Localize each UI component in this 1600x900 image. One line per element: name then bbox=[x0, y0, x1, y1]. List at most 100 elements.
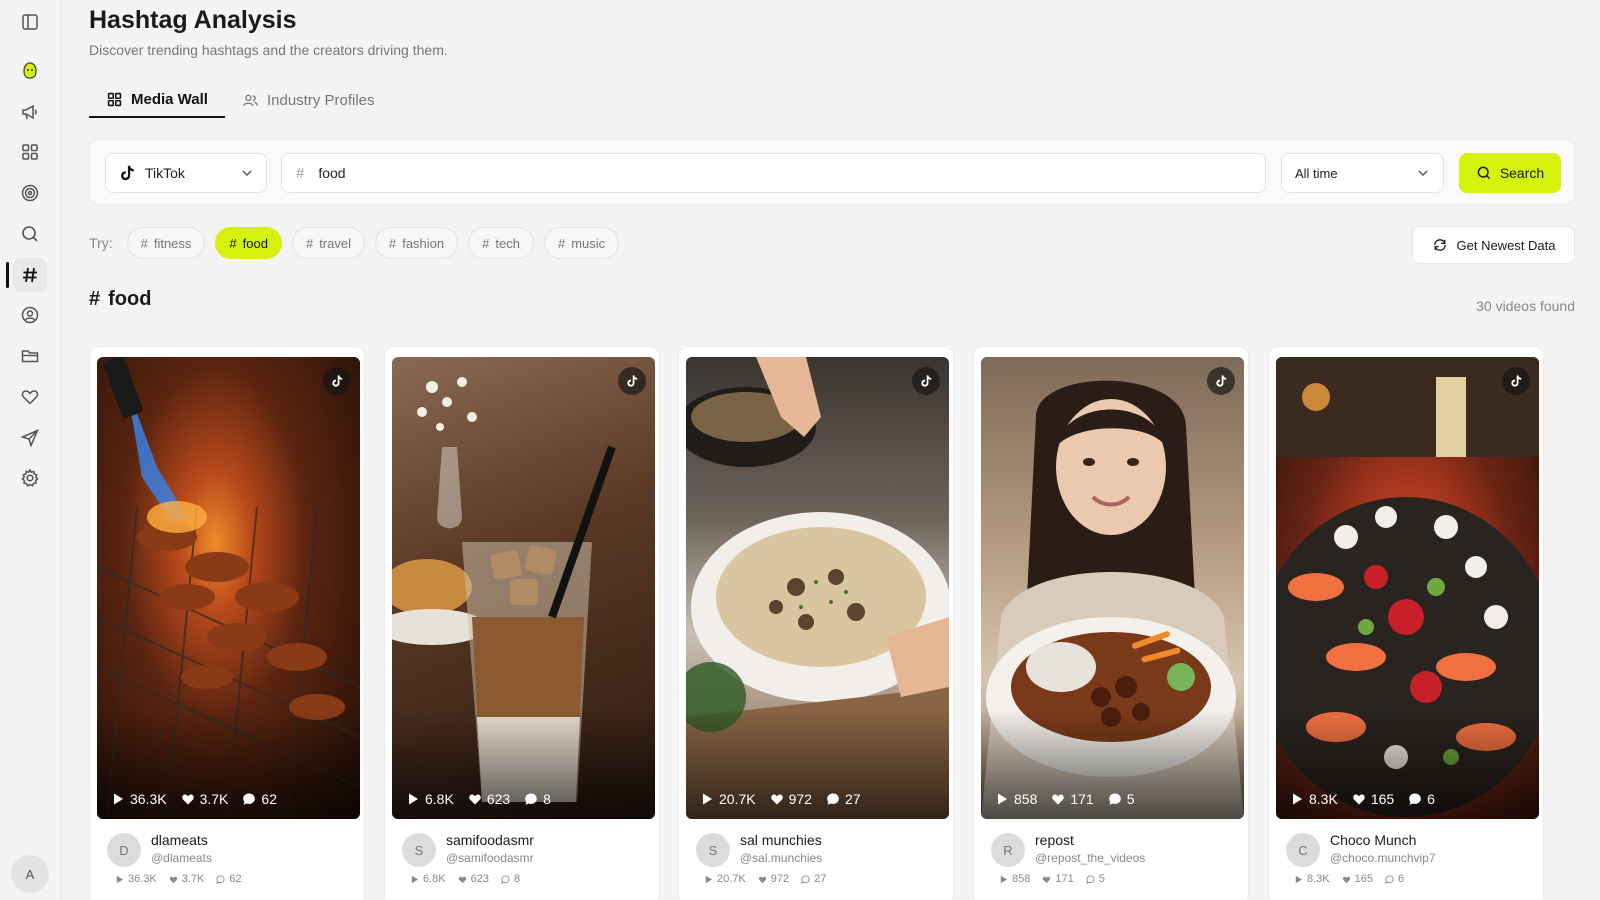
heart-icon bbox=[469, 794, 481, 805]
suggestion-chip-music[interactable]: # music bbox=[543, 227, 620, 259]
hashtag-icon[interactable] bbox=[6, 258, 47, 292]
try-label: Try: bbox=[89, 235, 113, 251]
comments-count: 8 bbox=[543, 791, 551, 807]
panel-toggle-icon[interactable] bbox=[13, 5, 47, 39]
suggestion-chip-tech[interactable]: # tech bbox=[468, 227, 534, 259]
likes-count: 623 bbox=[486, 791, 511, 807]
hashtag-input[interactable] bbox=[318, 165, 1219, 181]
creator-info[interactable]: D dlameats @dlameats bbox=[107, 831, 212, 867]
video-card[interactable]: 6.8K 623 8 S samifoodasmr @samifoodasmr … bbox=[384, 346, 660, 900]
creator-info[interactable]: C Choco Munch @choco.munchvip7 bbox=[1286, 831, 1436, 867]
creator-name: Choco Munch bbox=[1330, 832, 1417, 848]
video-card[interactable]: 8.3K 165 6 C Choco Munch @choco.munchvip… bbox=[1268, 346, 1544, 900]
video-thumbnail[interactable]: 858 171 5 bbox=[981, 357, 1244, 819]
likes-count: 3.7K bbox=[199, 791, 229, 807]
creator-info[interactable]: R repost @repost_the_videos bbox=[991, 831, 1145, 867]
folder-icon[interactable] bbox=[13, 339, 47, 373]
chip-label: music bbox=[571, 235, 606, 251]
users-icon bbox=[243, 94, 258, 106]
creator-handle: @samifoodasmr bbox=[446, 851, 534, 865]
results-hashtag: food bbox=[108, 288, 152, 310]
tab-industry-profiles[interactable]: Industry Profiles bbox=[225, 82, 392, 118]
dashboard-icon[interactable] bbox=[13, 135, 47, 169]
user-icon[interactable] bbox=[13, 298, 47, 332]
play-icon bbox=[114, 793, 123, 805]
time-range-select[interactable]: All time bbox=[1281, 153, 1444, 193]
suggestion-row: Try: # fitness # food # travel # fashion # te… bbox=[89, 226, 629, 260]
comment-icon bbox=[243, 793, 256, 805]
get-newest-data-button[interactable]: Get Newest Data bbox=[1412, 226, 1575, 264]
tiktok-badge-icon bbox=[618, 367, 646, 395]
views-count: 8.3K bbox=[1307, 873, 1330, 885]
thumbnail-stats: 20.7K 972 27 bbox=[700, 791, 861, 807]
views-count: 6.8K bbox=[423, 873, 446, 885]
comments-count: 27 bbox=[814, 873, 827, 885]
creator-handle: @sal.munchies bbox=[740, 851, 823, 865]
creator-handle: @choco.munchvip7 bbox=[1330, 851, 1436, 865]
video-thumbnail[interactable]: 20.7K 972 27 bbox=[686, 357, 949, 819]
thumbnail-stats: 858 171 5 bbox=[995, 791, 1135, 807]
gear-icon[interactable] bbox=[13, 461, 47, 495]
logo-icon[interactable] bbox=[13, 54, 47, 88]
likes-count: 171 bbox=[1055, 873, 1074, 885]
thumbnail-stats: 8.3K 165 6 bbox=[1290, 791, 1435, 807]
hashtag-symbol: # bbox=[89, 288, 101, 310]
avatar: S bbox=[696, 833, 730, 867]
play-icon bbox=[1293, 793, 1302, 805]
search-button[interactable]: Search bbox=[1459, 153, 1561, 193]
avatar: R bbox=[991, 833, 1025, 867]
comments-count: 6 bbox=[1427, 791, 1435, 807]
megaphone-icon[interactable] bbox=[13, 95, 47, 129]
suggestion-chip-fashion[interactable]: # fashion bbox=[374, 227, 459, 259]
refresh-icon bbox=[1433, 239, 1446, 251]
comment-icon bbox=[501, 874, 510, 884]
target-icon[interactable] bbox=[13, 176, 47, 210]
grid-icon bbox=[107, 92, 122, 106]
play-icon bbox=[409, 793, 418, 805]
account-avatar[interactable]: A bbox=[11, 855, 49, 893]
comment-icon bbox=[525, 793, 537, 805]
heart-icon bbox=[758, 876, 766, 883]
suggestion-chip-food[interactable]: # food bbox=[215, 227, 282, 259]
chip-label: food bbox=[242, 235, 268, 251]
heart-icon[interactable] bbox=[13, 380, 47, 414]
comment-icon bbox=[1108, 793, 1121, 805]
likes-count: 3.7K bbox=[181, 873, 205, 885]
comments-count: 5 bbox=[1098, 873, 1105, 885]
hashtag-field[interactable]: # bbox=[281, 153, 1266, 193]
video-card[interactable]: 36.3K 3.7K 62 D dlameats @dlameats 36.3K… bbox=[89, 346, 365, 900]
heart-icon bbox=[169, 876, 177, 883]
tiktok-badge-icon bbox=[323, 367, 351, 395]
avatar: C bbox=[1286, 833, 1320, 867]
suggestion-chip-travel[interactable]: # travel bbox=[291, 227, 365, 259]
video-thumbnail[interactable]: 8.3K 165 6 bbox=[1276, 357, 1539, 819]
play-icon bbox=[411, 875, 419, 883]
play-icon bbox=[998, 793, 1007, 805]
search-panel: TikTok # All time Search bbox=[89, 139, 1575, 205]
chip-label: tech bbox=[495, 235, 520, 251]
video-thumbnail[interactable]: 6.8K 623 8 bbox=[392, 357, 655, 819]
send-icon[interactable] bbox=[13, 421, 47, 455]
creator-info[interactable]: S samifoodasmr @samifoodasmr bbox=[402, 831, 534, 867]
tab-media-wall[interactable]: Media Wall bbox=[89, 82, 225, 118]
video-card[interactable]: 858 171 5 R repost @repost_the_videos 85… bbox=[973, 346, 1249, 900]
views-count: 20.7K bbox=[719, 791, 756, 807]
creator-info[interactable]: S sal munchies @sal.munchies bbox=[696, 831, 822, 867]
heart-icon bbox=[1342, 876, 1350, 883]
results-count: 30 videos found bbox=[1476, 298, 1575, 314]
creator-name: sal munchies bbox=[740, 832, 822, 848]
video-thumbnail[interactable]: 36.3K 3.7K 62 bbox=[97, 357, 360, 819]
play-icon bbox=[705, 875, 713, 883]
likes-count: 972 bbox=[788, 791, 812, 807]
suggestion-chip-fitness[interactable]: # fitness bbox=[126, 227, 206, 259]
chevron-down-icon bbox=[1418, 170, 1428, 177]
creator-name: dlameats bbox=[151, 832, 208, 848]
chip-label: travel bbox=[319, 235, 351, 251]
video-card[interactable]: 20.7K 972 27 S sal munchies @sal.munchie… bbox=[678, 346, 954, 900]
likes-count: 972 bbox=[770, 873, 790, 885]
play-icon bbox=[1000, 875, 1008, 883]
search-icon[interactable] bbox=[13, 217, 47, 251]
comments-count: 8 bbox=[514, 873, 521, 885]
creator-stats: 858 171 5 bbox=[999, 873, 1105, 885]
platform-select[interactable]: TikTok bbox=[105, 153, 267, 193]
